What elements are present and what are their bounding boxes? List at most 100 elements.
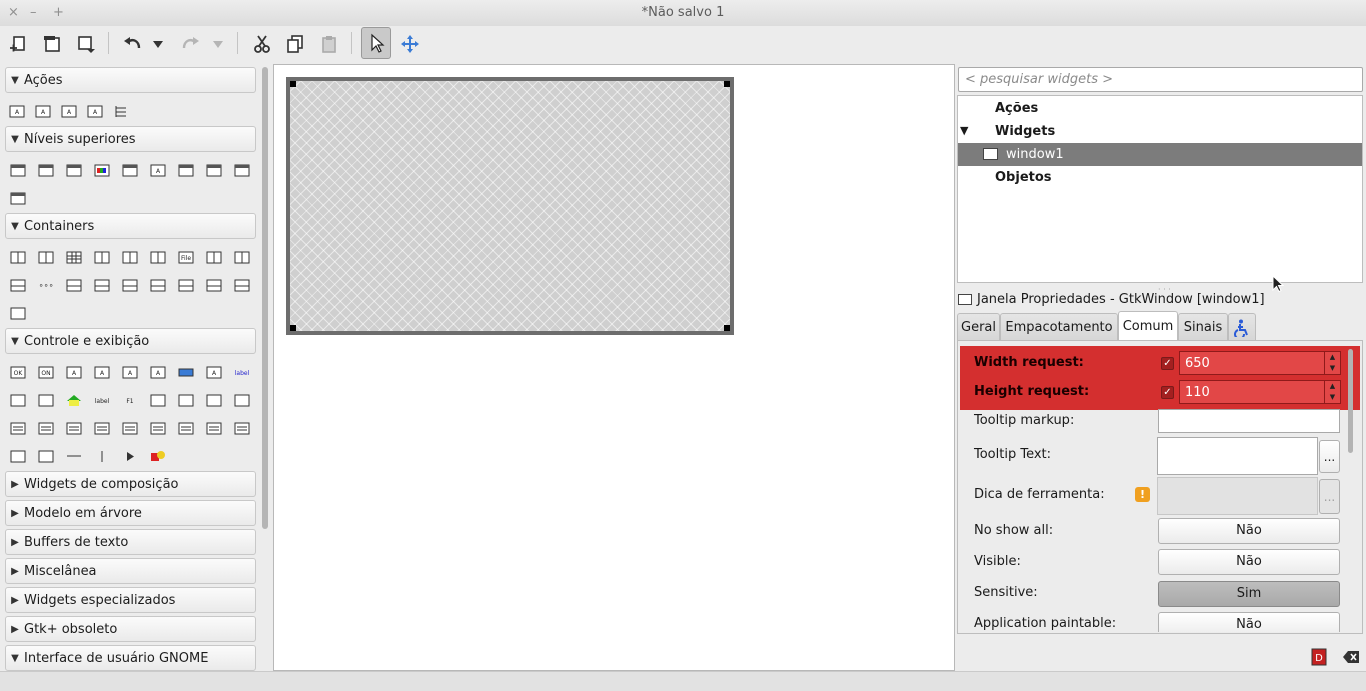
design-window1-preview[interactable] xyxy=(286,77,734,335)
palette-toplevel-icon-2[interactable] xyxy=(65,163,83,177)
palette-control2-icon-0[interactable] xyxy=(9,393,27,407)
palette-section-acoes[interactable]: ▼ Ações xyxy=(5,67,256,93)
properties-scrollbar[interactable] xyxy=(1348,349,1353,453)
palette-section-buffers-texto[interactable]: ▶ Buffers de texto xyxy=(5,529,256,555)
palette-container-icon-4[interactable] xyxy=(121,250,139,264)
visible-toggle[interactable]: Não xyxy=(1158,549,1340,575)
palette-container2-icon-7[interactable] xyxy=(205,278,223,292)
cut-icon[interactable] xyxy=(248,29,276,59)
palette-toplevel-icon-9[interactable] xyxy=(9,191,27,205)
palette-section-gtk-obsoleto[interactable]: ▶ Gtk+ obsoleto xyxy=(5,616,256,642)
palette-action-icon-2[interactable]: A xyxy=(60,104,78,118)
palette-control4-icon-1[interactable] xyxy=(37,449,55,463)
palette-section-miscelanea[interactable]: ▶ Miscelânea xyxy=(5,558,256,584)
palette-control-icon-2[interactable]: A xyxy=(65,365,83,379)
palette-control-icon-8[interactable]: label xyxy=(233,365,251,379)
palette-control2-icon-4[interactable]: F1 xyxy=(121,393,139,407)
palette-control3-icon-6[interactable] xyxy=(177,421,195,435)
palette-toplevel-icon-8[interactable] xyxy=(233,163,251,177)
palette-control2-icon-2[interactable] xyxy=(65,393,83,407)
palette-container2-icon-2[interactable] xyxy=(65,278,83,292)
palette-control3-icon-3[interactable] xyxy=(93,421,111,435)
palette-control-icon-4[interactable]: A xyxy=(121,365,139,379)
undo-menu-icon[interactable] xyxy=(148,29,168,59)
palette-toplevel-icon-1[interactable] xyxy=(37,163,55,177)
palette-container-icon-0[interactable] xyxy=(9,250,27,264)
palette-toplevel-icon-3[interactable] xyxy=(93,163,111,177)
width-request-checkbox[interactable]: ✓ xyxy=(1161,357,1174,370)
palette-control3-icon-1[interactable] xyxy=(37,421,55,435)
tab-sinais[interactable]: Sinais xyxy=(1178,313,1228,341)
tree-item-acoes[interactable]: Ações xyxy=(958,97,1362,120)
palette-container2-icon-3[interactable] xyxy=(93,278,111,292)
palette-control3-icon-0[interactable] xyxy=(9,421,27,435)
tooltip-text-input[interactable] xyxy=(1157,437,1318,475)
palette-container2-icon-8[interactable] xyxy=(233,278,251,292)
tab-empacotamento[interactable]: Empacotamento xyxy=(1000,313,1118,341)
palette-control-icon-3[interactable]: A xyxy=(93,365,111,379)
palette-section-containers[interactable]: ▼ Containers xyxy=(5,213,256,239)
tab-comum[interactable]: Comum xyxy=(1118,311,1178,341)
palette-action-icon-4[interactable] xyxy=(112,104,130,118)
undo-icon[interactable] xyxy=(118,29,146,59)
palette-control-icon-6[interactable] xyxy=(177,365,195,379)
palette-scrollbar[interactable] xyxy=(262,67,268,529)
palette-toplevel-icon-0[interactable] xyxy=(9,163,27,177)
palette-control3-icon-2[interactable] xyxy=(65,421,83,435)
palette-control4-icon-5[interactable] xyxy=(149,449,167,463)
palette-container-icon-2[interactable] xyxy=(65,250,83,264)
palette-control3-icon-8[interactable] xyxy=(233,421,251,435)
palette-toplevel-icon-7[interactable] xyxy=(205,163,223,177)
height-request-checkbox[interactable]: ✓ xyxy=(1161,386,1174,399)
resize-handle[interactable] xyxy=(290,81,296,87)
no-show-all-toggle[interactable]: Não xyxy=(1158,518,1340,544)
palette-control4-icon-0[interactable] xyxy=(9,449,27,463)
palette-section-gnome-ui[interactable]: ▼ Interface de usuário GNOME xyxy=(5,645,256,671)
palette-toplevel-icon-4[interactable] xyxy=(121,163,139,177)
widget-search-input[interactable]: < pesquisar widgets > xyxy=(958,67,1363,92)
tree-item-window1[interactable]: window1 xyxy=(958,143,1362,166)
palette-container-icon-6[interactable]: File xyxy=(177,250,195,264)
tooltip-text-edit-button[interactable]: ... xyxy=(1319,440,1340,473)
palette-control4-icon-4[interactable] xyxy=(121,449,139,463)
palette-container-icon-3[interactable] xyxy=(93,250,111,264)
palette-section-widgets-composicao[interactable]: ▶ Widgets de composição xyxy=(5,471,256,497)
palette-control-icon-0[interactable]: OK xyxy=(9,365,27,379)
drag-resize-icon[interactable] xyxy=(396,29,424,59)
palette-control2-icon-8[interactable] xyxy=(233,393,251,407)
palette-container-icon-8[interactable] xyxy=(233,250,251,264)
palette-container2-icon-0[interactable] xyxy=(9,278,27,292)
resize-handle[interactable] xyxy=(724,81,730,87)
clear-icon[interactable] xyxy=(1340,646,1362,668)
spin-arrows-icon[interactable]: ▲ ▼ xyxy=(1324,352,1340,374)
tab-accessibility[interactable] xyxy=(1228,313,1256,341)
palette-container-icon-1[interactable] xyxy=(37,250,55,264)
palette-section-modelo-arvore[interactable]: ▶ Modelo em árvore xyxy=(5,500,256,526)
palette-container2-icon-6[interactable] xyxy=(177,278,195,292)
palette-container-icon-7[interactable] xyxy=(205,250,223,264)
palette-control-icon-5[interactable]: A xyxy=(149,365,167,379)
palette-section-niveis-superiores[interactable]: ▼ Níveis superiores xyxy=(5,126,256,152)
copy-icon[interactable] xyxy=(281,29,309,59)
palette-toplevel-icon-6[interactable] xyxy=(177,163,195,177)
expander-down-icon[interactable]: ▼ xyxy=(960,124,968,137)
palette-section-widgets-especializados[interactable]: ▶ Widgets especializados xyxy=(5,587,256,613)
palette-control2-icon-1[interactable] xyxy=(37,393,55,407)
resize-handle[interactable] xyxy=(290,325,296,331)
debug-icon[interactable]: D xyxy=(1308,646,1330,668)
open-icon[interactable] xyxy=(38,29,66,59)
spin-arrows-icon[interactable]: ▲ ▼ xyxy=(1324,381,1340,403)
select-pointer-icon[interactable] xyxy=(361,27,391,59)
palette-control3-icon-5[interactable] xyxy=(149,421,167,435)
width-request-spinbutton[interactable]: 650 ▲ ▼ xyxy=(1179,351,1341,375)
palette-section-controle-exibicao[interactable]: ▼ Controle e exibição xyxy=(5,328,256,354)
palette-control3-icon-4[interactable] xyxy=(121,421,139,435)
tree-item-objetos[interactable]: Objetos xyxy=(958,166,1362,189)
palette-toplevel-icon-5[interactable]: A xyxy=(149,163,167,177)
app-paintable-toggle[interactable]: Não xyxy=(1158,612,1340,632)
palette-container-icon-5[interactable] xyxy=(149,250,167,264)
palette-control-icon-7[interactable]: A xyxy=(205,365,223,379)
tab-geral[interactable]: Geral xyxy=(957,313,1000,341)
palette-container2-icon-1[interactable]: ∘∘∘ xyxy=(37,278,55,292)
palette-action-icon-3[interactable]: A xyxy=(86,104,104,118)
